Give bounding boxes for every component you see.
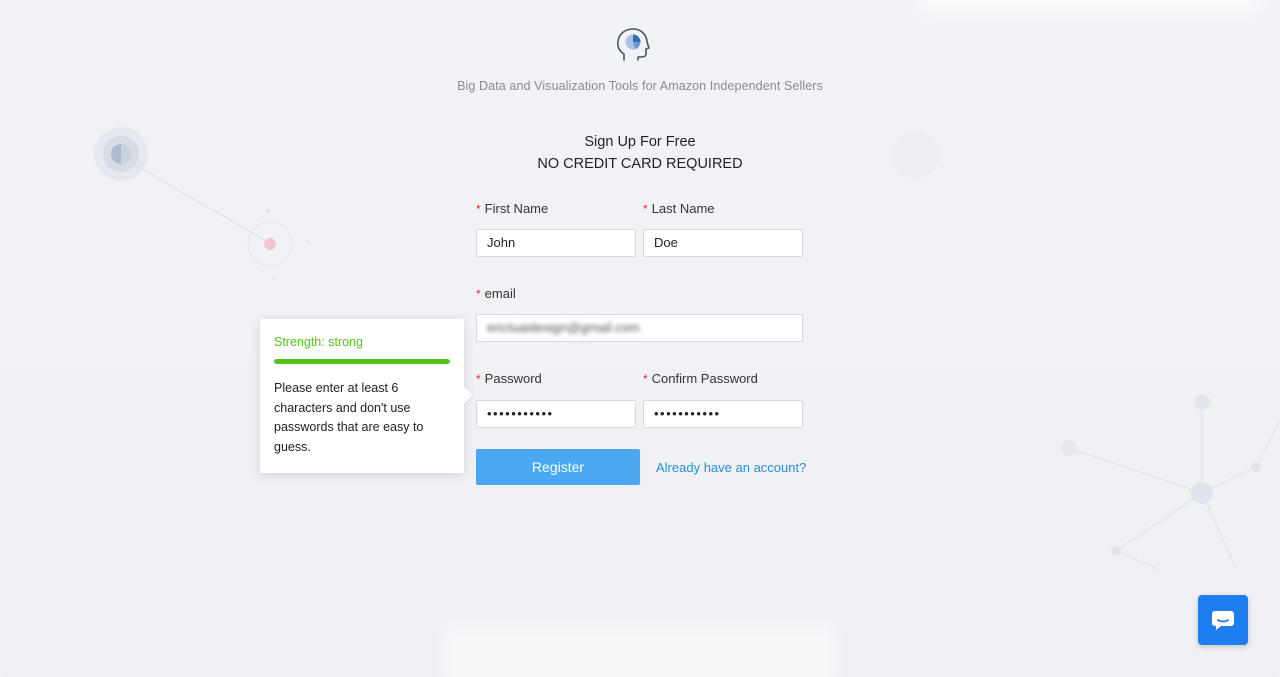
signup-subtitle: NO CREDIT CARD REQUIRED	[537, 156, 743, 172]
last-name-label-text: Last Name	[651, 201, 715, 216]
password-label: * Password	[476, 371, 542, 386]
password-strength-tooltip: Strength: strong Please enter at least 6…	[260, 319, 473, 473]
first-name-label: * First Name	[476, 201, 548, 216]
confirm-password-label-text: Confirm Password	[651, 371, 758, 386]
login-link[interactable]: Already have an account?	[656, 460, 806, 475]
confirm-password-value: •••••••••••	[654, 406, 721, 421]
blurred-panel-top	[920, 0, 1260, 10]
email-field[interactable]: erictuaidesign@gmail.com	[476, 314, 803, 342]
email-label: * email	[476, 286, 516, 301]
password-value: •••••••••••	[487, 406, 554, 421]
last-name-value: Doe	[654, 235, 678, 250]
required-mark: *	[643, 372, 648, 386]
tooltip-arrow	[455, 386, 473, 404]
strength-text: Strength: strong	[274, 335, 363, 349]
required-mark: *	[476, 287, 481, 301]
register-button[interactable]: Register	[476, 449, 640, 485]
tagline: Big Data and Visualization Tools for Ama…	[457, 79, 823, 93]
confirm-password-field[interactable]: •••••••••••	[643, 400, 803, 428]
chat-widget-button[interactable]	[1198, 595, 1248, 645]
last-name-field[interactable]: Doe	[643, 229, 803, 257]
password-label-text: Password	[484, 371, 542, 386]
blurred-panel-bottom	[445, 625, 835, 677]
last-name-label: * Last Name	[643, 201, 715, 216]
password-field[interactable]: •••••••••••	[476, 400, 636, 428]
strength-meter	[274, 359, 450, 364]
required-mark: *	[476, 372, 481, 386]
first-name-value: John	[487, 235, 516, 250]
confirm-password-label: * Confirm Password	[643, 371, 758, 386]
email-value: erictuaidesign@gmail.com	[487, 320, 640, 335]
first-name-label-text: First Name	[484, 201, 549, 216]
head-pie-chart-icon	[616, 28, 650, 61]
required-mark: *	[643, 202, 648, 216]
required-mark: *	[476, 202, 481, 216]
chat-bubble-icon	[1212, 611, 1234, 630]
page-frame: Big Data and Visualization Tools for Ama…	[0, 0, 1280, 677]
strength-meter-fill	[274, 359, 450, 364]
first-name-field[interactable]: John	[476, 229, 636, 257]
email-label-text: email	[484, 286, 516, 301]
signup-title: Sign Up For Free	[584, 134, 696, 150]
password-hint: Please enter at least 6 characters and d…	[274, 381, 424, 454]
